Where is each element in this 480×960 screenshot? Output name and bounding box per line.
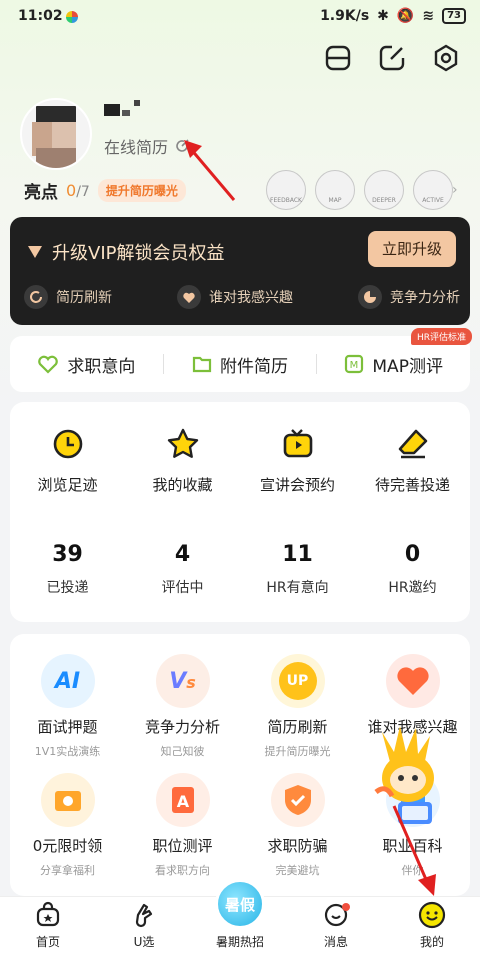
vip-feature-refresh[interactable]: 简历刷新 [24, 285, 112, 309]
service-anti-fraud[interactable]: 求职防骗 完美避坑 [240, 773, 355, 878]
wifi-icon: ≋ [422, 8, 435, 24]
stat-applied[interactable]: 39 已投递 [10, 542, 125, 597]
hr-standard-tag: HR评估标准 [410, 327, 473, 345]
online-resume-link[interactable]: 在线简历 [104, 134, 190, 158]
tv-icon [283, 429, 312, 458]
svg-text:A: A [176, 792, 189, 811]
a-icon: A [155, 773, 210, 827]
chevron-right-icon[interactable]: › [452, 182, 458, 198]
m-badge-icon: M [345, 354, 364, 374]
highlights-label: 亮点 [24, 183, 58, 203]
hand-gesture-icon [135, 903, 153, 928]
highlights-row: 亮点 0/7 提升简历曝光 [24, 178, 186, 203]
tab-messages[interactable]: 消息 [288, 897, 384, 960]
bluetooth-icon: ✱ [377, 8, 389, 24]
service-interview-questions[interactable]: AI 面试押题 1V1实战演练 [10, 654, 125, 759]
scan-icon[interactable] [324, 44, 352, 72]
battery-icon: 73 [442, 8, 466, 24]
tab-mine[interactable]: 我的 [384, 897, 480, 960]
user-name-masked [104, 100, 144, 118]
status-bar: 11:02 1.9K/s ✱ 🔕 ≋ 73 [0, 0, 480, 34]
clock: 11:02 [18, 8, 63, 24]
service-job-assessment[interactable]: A 职位测评 看求职方向 [125, 773, 240, 878]
up-icon: UP [270, 654, 325, 708]
heart-outline-icon [38, 355, 59, 374]
pending-applications-button[interactable]: 待完善投递 [355, 426, 470, 495]
upgrade-now-button[interactable]: 立即升级 [368, 231, 456, 267]
service-resume-refresh[interactable]: UP 简历刷新 提升简历曝光 [240, 654, 355, 759]
tab-home[interactable]: 首页 [0, 897, 96, 960]
badge-map: MAP [315, 170, 355, 210]
pie-chart-icon [358, 285, 382, 309]
service-competitiveness[interactable]: Vs 竞争力分析 知己知彼 [125, 654, 240, 759]
settings-icon[interactable] [432, 44, 460, 72]
diamond-icon [28, 246, 42, 258]
folder-icon [192, 356, 212, 373]
vs-icon: Vs [155, 654, 210, 708]
mute-icon: 🔕 [396, 8, 415, 24]
vip-feature-who-interested[interactable]: 谁对我感兴趣 [177, 285, 293, 309]
badge-active: ACTIVE [413, 170, 453, 210]
badge-deeper: DEEPER [364, 170, 404, 210]
star-icon [167, 428, 198, 458]
unread-dot [342, 903, 350, 911]
job-intention-button[interactable]: 求职意向 [10, 352, 163, 377]
stat-hr-interested[interactable]: 11 HR有意向 [240, 542, 355, 597]
browse-history-button[interactable]: 浏览足迹 [10, 426, 125, 495]
highlights-count: 0/7 [66, 181, 90, 200]
avatar[interactable] [20, 98, 92, 170]
badge-feedback: FEEDBACK [266, 170, 306, 210]
tools-card: 浏览足迹 我的收藏 宣讲会预约 待完善投递 39 已投递 4 评估中 11 HR有意向… [10, 402, 470, 622]
seminar-booking-button[interactable]: 宣讲会预约 [240, 426, 355, 495]
annotation-arrow [392, 805, 436, 896]
app-notification-icon [66, 11, 78, 23]
svg-text:M: M [350, 360, 359, 371]
home-bag-icon [36, 901, 60, 927]
bottom-tab-bar: 首页 U选 暑假 暑期热招 消息 我的 [0, 879, 480, 960]
my-favorites-button[interactable]: 我的收藏 [125, 426, 240, 495]
refresh-icon [24, 285, 48, 309]
service-free-gift[interactable]: 0元限时领 分享拿福利 [10, 773, 125, 878]
annotation-arrow [184, 140, 236, 201]
quick-links-card: 求职意向 附件简历 M MAP测评 HR评估标准 [10, 327, 473, 392]
net-speed: 1.9K/s [320, 8, 370, 24]
ai-icon: AI [40, 654, 95, 708]
heart-icon [177, 285, 201, 309]
tab-summer-jobs[interactable]: 暑假 暑期热招 [192, 879, 288, 960]
smiley-face-icon [418, 901, 446, 929]
tab-u-select[interactable]: U选 [96, 897, 192, 960]
clock-icon [53, 429, 82, 459]
stat-hr-invited[interactable]: 0 HR邀约 [355, 542, 470, 597]
summer-badge-icon: 暑假 [215, 879, 265, 929]
stat-evaluating[interactable]: 4 评估中 [125, 542, 240, 597]
top-toolbar [324, 44, 460, 72]
heart-icon [385, 654, 440, 708]
vip-feature-competitiveness[interactable]: 竞争力分析 [358, 285, 460, 309]
shield-icon [270, 773, 325, 827]
achievement-badges[interactable]: FEEDBACK MAP DEEPER ACTIVE [266, 170, 453, 210]
vip-card[interactable]: 升级VIP解锁会员权益 立即升级 简历刷新 谁对我感兴趣 竞争力分析 [10, 217, 470, 325]
edit-icon[interactable] [378, 44, 406, 72]
map-assessment-button[interactable]: M MAP测评 HR评估标准 [317, 327, 473, 377]
vip-title: 升级VIP解锁会员权益 [52, 243, 225, 264]
gift-icon [40, 773, 95, 827]
attachment-resume-button[interactable]: 附件简历 [164, 352, 317, 377]
eraser-icon [398, 429, 427, 459]
boost-resume-button[interactable]: 提升简历曝光 [97, 179, 186, 202]
